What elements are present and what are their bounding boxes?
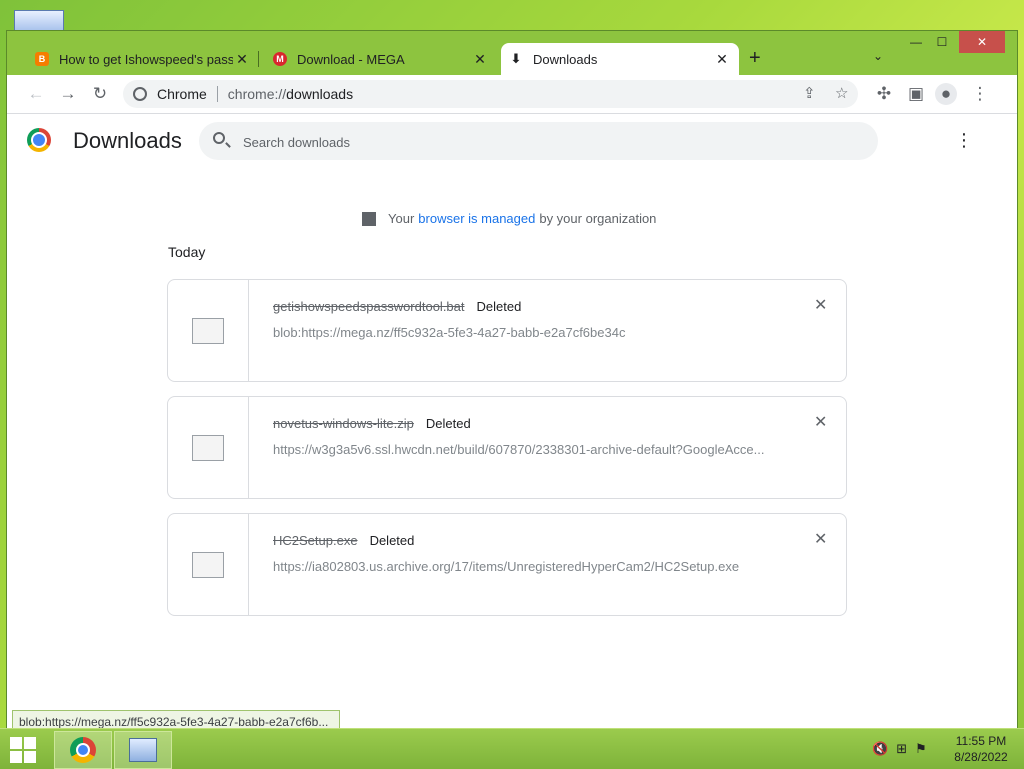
bookmark-star-icon[interactable]: ☆ xyxy=(835,84,848,102)
file-icon-cell xyxy=(168,514,249,615)
search-box[interactable] xyxy=(199,122,878,162)
reload-icon[interactable]: ↻ xyxy=(89,83,111,105)
search-icon xyxy=(213,132,225,144)
tab-divider xyxy=(258,51,259,67)
action-center-flag-icon[interactable]: ⚑ xyxy=(915,741,927,757)
profile-avatar-icon[interactable]: ● xyxy=(935,83,957,105)
tab-title: Downloads xyxy=(533,51,598,67)
tab-search-chevron-icon[interactable]: ⌄ xyxy=(873,49,883,63)
file-name-text: HC2Setup.exe xyxy=(273,533,358,548)
downloads-header: Downloads ⋮ xyxy=(7,114,1017,170)
file-name: HC2Setup.exe Deleted xyxy=(273,533,414,548)
file-url[interactable]: blob:https://mega.nz/ff5c932a-5fe3-4a27-… xyxy=(273,325,773,340)
extensions-puzzle-icon[interactable]: ✣ xyxy=(873,83,895,105)
clock[interactable]: 11:55 PM 8/28/2022 xyxy=(946,733,1016,765)
chrome-site-icon xyxy=(133,87,147,101)
browser-menu-icon[interactable]: ⋮ xyxy=(969,83,991,105)
system-tray: 🔇 ⊞ ⚑ xyxy=(872,741,927,757)
page-title: Downloads xyxy=(73,128,182,153)
managed-prefix: Your xyxy=(388,211,415,226)
url-scheme: chrome:// xyxy=(227,86,287,102)
minimize-icon[interactable]: — xyxy=(905,31,927,53)
file-name: getishowspeedspasswordtool.bat Deleted xyxy=(273,299,521,314)
downloads-page: Downloads ⋮ Your browser is managed by y… xyxy=(7,114,1017,731)
building-icon xyxy=(362,211,376,226)
clock-date: 8/28/2022 xyxy=(954,750,1008,764)
blogger-icon: B xyxy=(35,52,49,66)
file-status: Deleted xyxy=(425,416,471,431)
taskbar-chrome[interactable] xyxy=(54,731,112,769)
maximize-icon[interactable]: ☐ xyxy=(931,31,953,53)
tab-downloads[interactable]: ⬇ Downloads ✕ xyxy=(501,43,739,75)
back-icon[interactable]: ← xyxy=(25,83,47,105)
share-icon[interactable]: ⇪ xyxy=(803,84,816,102)
site-label: Chrome xyxy=(157,86,207,102)
search-input[interactable] xyxy=(241,122,845,162)
url-host: downloads xyxy=(286,86,354,102)
mega-icon: M xyxy=(273,52,287,66)
tab-title: How to get Ishowspeed's passwo xyxy=(59,51,233,67)
taskbar-app[interactable] xyxy=(114,731,172,769)
window-close-icon[interactable]: ✕ xyxy=(959,31,1005,53)
file-status: Deleted xyxy=(476,299,522,314)
close-tab-icon[interactable]: ✕ xyxy=(471,51,489,68)
file-name-text: getishowspeedspasswordtool.bat xyxy=(273,299,465,314)
date-group-label: Today xyxy=(168,244,206,260)
omnibox-separator xyxy=(216,86,218,102)
chrome-logo-icon xyxy=(27,128,51,152)
exe-file-icon xyxy=(192,551,224,578)
managed-link[interactable]: browser is managed xyxy=(418,211,535,226)
tab-strip: B How to get Ishowspeed's passwo ✕ M Dow… xyxy=(7,31,1017,75)
tab-ishowspeed[interactable]: B How to get Ishowspeed's passwo ✕ xyxy=(27,43,259,75)
side-panel-icon[interactable]: ▣ xyxy=(905,83,927,105)
volume-muted-icon[interactable]: 🔇 xyxy=(872,741,888,757)
bat-file-icon xyxy=(192,317,224,344)
task-manager-icon xyxy=(129,738,157,762)
windows-start-icon[interactable] xyxy=(10,737,36,763)
taskbar: 🔇 ⊞ ⚑ 11:55 PM 8/28/2022 xyxy=(0,728,1024,769)
tab-title: Download - MEGA xyxy=(297,51,405,67)
download-icon: ⬇ xyxy=(510,51,522,66)
remove-item-icon[interactable]: ✕ xyxy=(814,295,827,315)
forward-icon[interactable]: → xyxy=(57,83,79,105)
new-tab-icon[interactable]: + xyxy=(749,47,761,70)
remove-item-icon[interactable]: ✕ xyxy=(814,412,827,432)
file-status: Deleted xyxy=(369,533,415,548)
download-item: HC2Setup.exe Deleted https://ia802803.us.… xyxy=(167,513,847,616)
file-icon-cell xyxy=(168,397,249,498)
file-name: novetus-windows-lite.zip Deleted xyxy=(273,416,471,431)
remove-item-icon[interactable]: ✕ xyxy=(814,529,827,549)
managed-notice: Your browser is managed by your organiza… xyxy=(362,211,656,226)
file-name-text: novetus-windows-lite.zip xyxy=(273,416,414,431)
page-menu-icon[interactable]: ⋮ xyxy=(955,130,973,151)
managed-suffix: by your organization xyxy=(539,211,657,226)
file-url[interactable]: https://ia802803.us.archive.org/17/items… xyxy=(273,559,773,574)
zip-file-icon xyxy=(192,434,224,461)
browser-window: B How to get Ishowspeed's passwo ✕ M Dow… xyxy=(6,30,1018,732)
address-bar[interactable]: Chrome chrome://downloads ⇪ ☆ xyxy=(123,80,858,108)
file-icon-cell xyxy=(168,280,249,381)
close-tab-icon[interactable]: ✕ xyxy=(713,51,731,68)
close-tab-icon[interactable]: ✕ xyxy=(233,51,251,68)
file-url[interactable]: https://w3g3a5v6.ssl.hwcdn.net/build/607… xyxy=(273,442,773,457)
download-item: novetus-windows-lite.zip Deleted https://… xyxy=(167,396,847,499)
browser-toolbar: ← → ↻ Chrome chrome://downloads ⇪ ☆ ✣ ▣ … xyxy=(7,75,1017,114)
tab-mega[interactable]: M Download - MEGA ✕ xyxy=(265,43,497,75)
chrome-icon xyxy=(70,737,96,763)
download-item: getishowspeedspasswordtool.bat Deleted bl… xyxy=(167,279,847,382)
network-icon[interactable]: ⊞ xyxy=(896,741,907,757)
clock-time: 11:55 PM xyxy=(955,734,1007,748)
